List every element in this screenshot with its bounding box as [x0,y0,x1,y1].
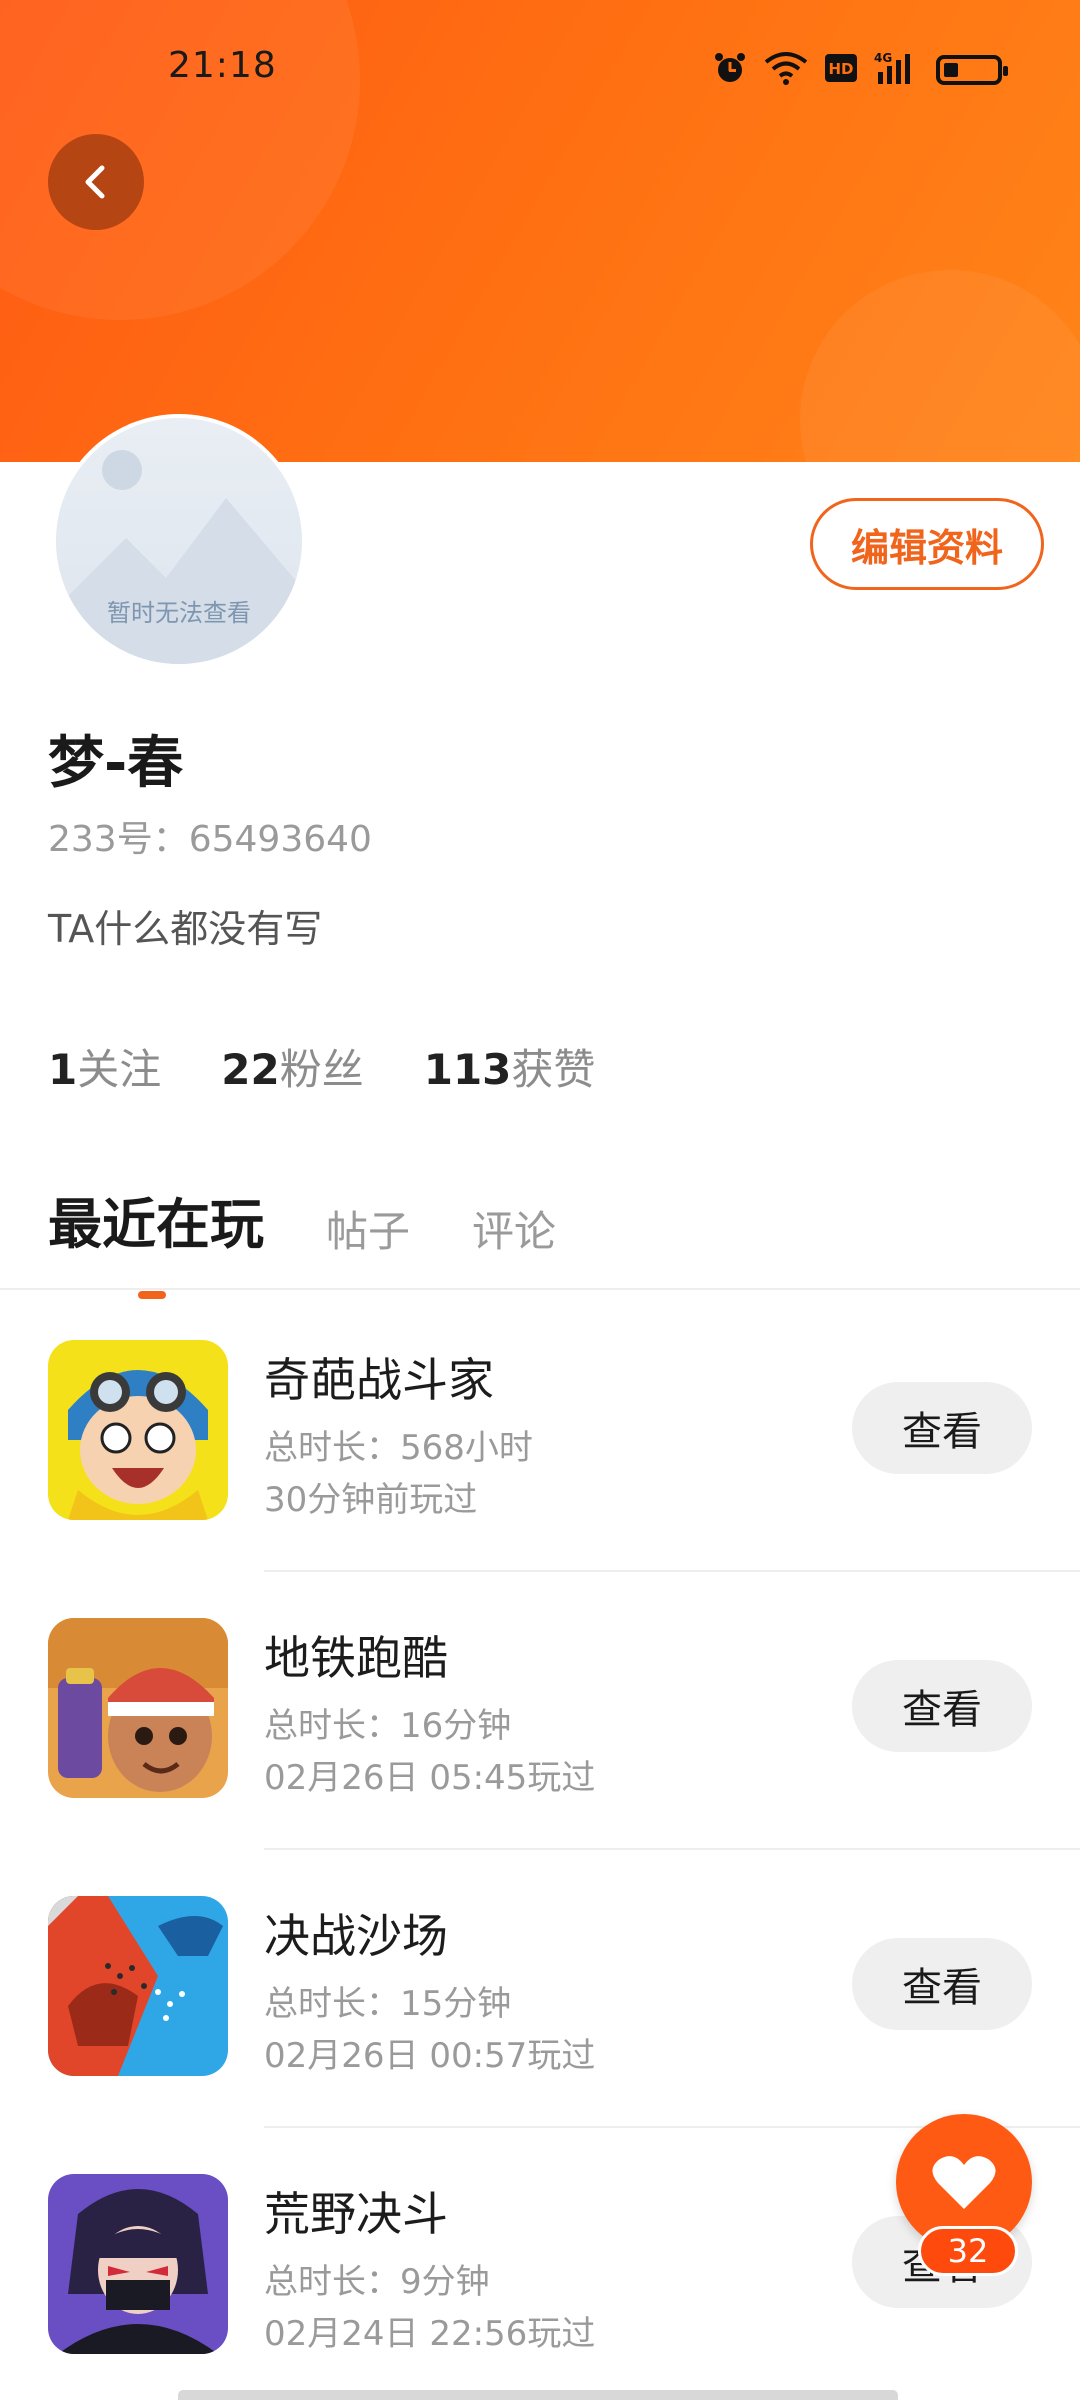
game-title: 荒野决斗 [264,2187,448,2241]
avatar-image-placeholder: 暂时无法查看 [56,418,302,664]
svg-text:4G: 4G [874,51,892,65]
stat-number: 22 [221,1045,280,1094]
like-count-badge: 32 [918,2226,1018,2276]
hd-icon: HD [824,53,858,87]
battery-icon [936,55,1008,85]
home-indicator[interactable] [178,2390,898,2400]
game-last-played: 02月26日 00:57玩过 [264,2036,596,2076]
stat-label: 粉丝 [279,1045,364,1094]
game-icon-subway [48,1618,228,1798]
profile-uid: 233号：65493640 [48,819,372,860]
profile-tabs: 最近在玩 帖子 评论 [48,1180,556,1299]
back-button[interactable] [48,134,144,230]
view-button[interactable]: 查看 [852,1660,1032,1752]
profile-name: 梦-春 [48,731,184,796]
stat-label: 获赞 [511,1045,596,1094]
game-title: 地铁跑酷 [264,1631,448,1685]
banner-decoration [800,270,1080,462]
list-item[interactable]: 奇葩战斗家 总时长：568小时 30分钟前玩过 查看 [0,1340,1080,1616]
edit-profile-button[interactable]: 编辑资料 [810,498,1044,590]
profile-stats: 1关注 22粉丝 113获赞 [48,1036,595,1097]
tab-comments[interactable]: 评论 [472,1198,556,1259]
list-divider [264,1570,1080,1572]
avatar-placeholder-text: 暂时无法查看 [107,599,251,627]
game-last-played: 30分钟前玩过 [264,1480,478,1520]
game-total-time: 总时长：16分钟 [264,1706,512,1746]
game-icon-battle [48,1896,228,2076]
wifi-icon [764,50,808,90]
game-last-played: 02月26日 05:45玩过 [264,1758,596,1798]
stat-number: 113 [423,1045,512,1094]
game-total-time: 总时长：9分钟 [264,2262,490,2302]
tabs-divider [0,1288,1080,1290]
game-title: 奇葩战斗家 [264,1353,494,1407]
status-time: 21:18 [168,45,277,86]
game-total-time: 总时长：568小时 [264,1428,533,1468]
status-icons: HD 4G [712,48,1008,92]
heart-icon [932,2156,996,2209]
list-item[interactable]: 地铁跑酷 总时长：16分钟 02月26日 05:45玩过 查看 [0,1618,1080,1894]
game-total-time: 总时长：15分钟 [264,1984,512,2024]
stat-label: 关注 [77,1045,162,1094]
stat-likes[interactable]: 113获赞 [424,1036,596,1097]
stat-number: 1 [48,1045,78,1094]
game-last-played: 02月24日 22:56玩过 [264,2314,596,2354]
view-button[interactable]: 查看 [852,1938,1032,2030]
avatar[interactable]: 暂时无法查看 [52,414,306,668]
chevron-left-icon [85,165,105,199]
game-icon-wild [48,2174,228,2354]
list-divider [264,1848,1080,1850]
profile-bio: TA什么都没有写 [48,907,323,951]
tab-recent-played[interactable]: 最近在玩 [48,1180,264,1299]
game-title: 决战沙场 [264,1909,448,1963]
status-bar: 21:18 HD 4G [0,40,1080,100]
tab-posts[interactable]: 帖子 [326,1198,410,1259]
4g-signal-icon: 4G [874,50,920,90]
stat-following[interactable]: 1关注 [48,1036,161,1097]
game-icon-fighter [48,1340,228,1520]
stat-followers[interactable]: 22粉丝 [221,1036,363,1097]
view-button[interactable]: 查看 [852,1382,1032,1474]
alarm-icon [712,50,748,90]
svg-text:HD: HD [828,60,853,78]
